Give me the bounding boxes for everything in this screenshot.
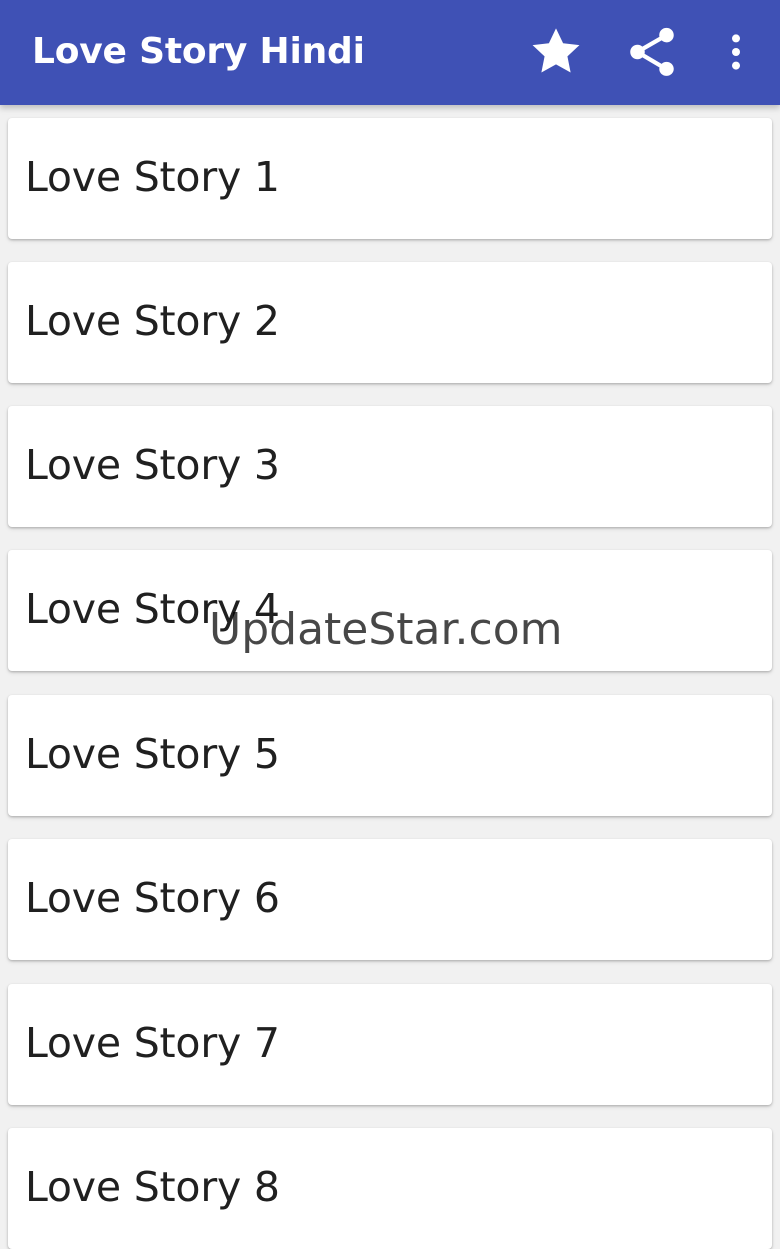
story-card-4[interactable]: Love Story 4 bbox=[8, 550, 772, 671]
story-card-7[interactable]: Love Story 7 bbox=[8, 984, 772, 1105]
story-card-2[interactable]: Love Story 2 bbox=[8, 262, 772, 383]
story-title: Love Story 5 bbox=[25, 730, 280, 778]
story-title: Love Story 6 bbox=[25, 874, 280, 922]
app-bar: Love Story Hindi bbox=[0, 0, 780, 105]
story-list: Love Story 1 Love Story 2 Love Story 3 L… bbox=[0, 105, 780, 1249]
story-title: Love Story 1 bbox=[25, 153, 280, 201]
favorite-button[interactable] bbox=[524, 20, 588, 84]
story-title: Love Story 3 bbox=[25, 441, 280, 489]
star-icon bbox=[532, 28, 580, 73]
story-title: Love Story 7 bbox=[25, 1019, 280, 1067]
story-title: Love Story 4 bbox=[25, 585, 280, 633]
story-title: Love Story 8 bbox=[25, 1163, 280, 1211]
story-card-1[interactable]: Love Story 1 bbox=[8, 118, 772, 239]
overflow-menu-button[interactable] bbox=[704, 20, 768, 84]
story-card-5[interactable]: Love Story 5 bbox=[8, 695, 772, 816]
story-card-8[interactable]: Love Story 8 bbox=[8, 1128, 772, 1249]
story-card-3[interactable]: Love Story 3 bbox=[8, 406, 772, 527]
share-icon bbox=[630, 27, 674, 76]
share-button[interactable] bbox=[620, 20, 684, 84]
story-card-6[interactable]: Love Story 6 bbox=[8, 839, 772, 960]
story-title: Love Story 2 bbox=[25, 297, 280, 345]
app-title: Love Story Hindi bbox=[32, 31, 365, 72]
more-vert-icon bbox=[732, 34, 740, 70]
